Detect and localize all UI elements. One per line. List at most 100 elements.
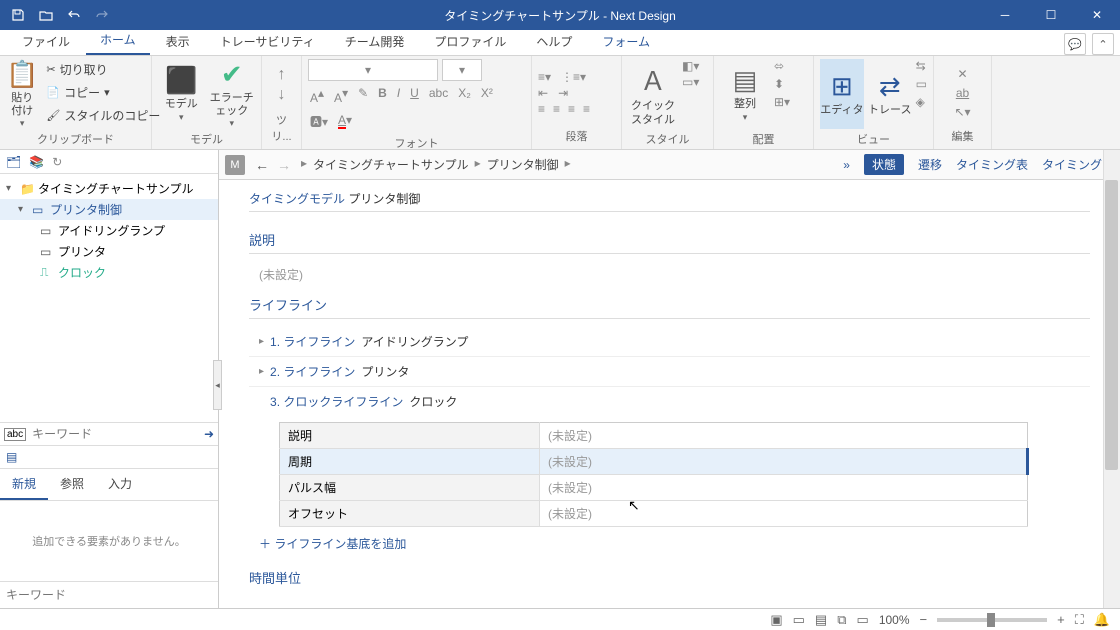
subscript-icon[interactable]: X₂ (458, 86, 471, 105)
notification-icon[interactable]: 🔔 (1094, 612, 1110, 628)
editor-view-button[interactable]: ⊞エディタ (820, 59, 864, 129)
error-check-button[interactable]: ✔エラーチェック▾ (209, 59, 256, 129)
view-mode5-icon[interactable]: ▭ (857, 612, 869, 628)
copy-button[interactable]: 📄 コピー ▾ (42, 82, 164, 103)
lifeline-1[interactable]: ▸1. ライフラインアイドリングランプ (249, 327, 1090, 357)
save-icon[interactable] (4, 0, 32, 30)
format-painter-button[interactable]: 🖌 スタイルのコピー (42, 105, 164, 126)
style-fill-icon[interactable]: ◧▾ (682, 59, 699, 73)
view-mode2-icon[interactable]: ▭ (793, 612, 805, 628)
zoom-level[interactable]: 100% (879, 613, 910, 627)
viewtab-status[interactable]: 状態 (864, 154, 904, 175)
search-input[interactable] (32, 427, 198, 441)
indent-icon[interactable]: ⇥ (558, 86, 568, 100)
clear-format-icon[interactable]: ✎ (358, 86, 368, 105)
tab-profile[interactable]: プロファイル (420, 28, 520, 55)
tab-home[interactable]: ホーム (86, 26, 150, 55)
prop-value[interactable]: (未設定) (540, 449, 1028, 475)
italic-icon[interactable]: I (397, 86, 400, 105)
font-family-select[interactable]: ▾ (308, 59, 438, 81)
strike-icon[interactable]: abc (429, 86, 448, 105)
layout-h-icon[interactable]: ⬄ (774, 59, 790, 73)
layout-dist-icon[interactable]: ⊞▾ (774, 95, 790, 109)
font-size-select[interactable]: ▾ (442, 59, 482, 81)
minimize-button[interactable]: ─ (982, 0, 1028, 30)
lifeline-3[interactable]: ▸3. クロックライフラインクロック (249, 387, 1090, 416)
underline-icon[interactable]: U (410, 86, 419, 105)
close-button[interactable]: ✕ (1074, 0, 1120, 30)
superscript-icon[interactable]: X² (481, 86, 493, 105)
arrow-up-icon[interactable]: ↑ (278, 66, 286, 84)
align-left-icon[interactable]: ≡ (538, 102, 545, 116)
view-opt3-icon[interactable]: ◈ (916, 95, 927, 109)
view-mode4-icon[interactable]: ⧉ (837, 612, 846, 628)
back-icon[interactable]: ← (255, 157, 269, 173)
lifeline-2[interactable]: ▸2. ライフラインプリンタ (249, 357, 1090, 387)
maximize-button[interactable]: ☐ (1028, 0, 1074, 30)
addtab-input[interactable]: 入力 (96, 469, 144, 500)
prop-value[interactable]: (未設定) (540, 475, 1028, 501)
align-right-icon[interactable]: ≡ (568, 102, 575, 116)
font-color-icon[interactable]: A▾ (338, 113, 352, 130)
flat-view-icon[interactable]: 📚 (29, 155, 44, 169)
align-center-icon[interactable]: ≡ (553, 102, 560, 116)
addtab-new[interactable]: 新規 (0, 469, 48, 500)
quick-style-button[interactable]: Ａクイック スタイル (628, 59, 678, 129)
tree-view-icon[interactable]: 🗂 (6, 155, 21, 169)
tab-team[interactable]: チーム開発 (331, 28, 419, 55)
prop-value[interactable]: (未設定) (540, 501, 1028, 527)
bold-icon[interactable]: B (378, 86, 387, 105)
cut-button[interactable]: ✂ 切り取り (42, 59, 164, 80)
view-opt1-icon[interactable]: ⇆ (916, 59, 927, 73)
tab-traceability[interactable]: トレーサビリティ (206, 28, 329, 55)
vertical-scrollbar[interactable] (1103, 150, 1120, 608)
addtab-ref[interactable]: 参照 (48, 469, 96, 500)
folder-icon[interactable] (32, 0, 60, 30)
forward-icon[interactable]: → (277, 157, 291, 173)
outdent-icon[interactable]: ⇤ (538, 86, 548, 100)
select-icon[interactable]: ↖▾ (954, 105, 970, 119)
numbering-icon[interactable]: ⋮≡▾ (561, 70, 586, 84)
decrease-font-icon[interactable]: A▾ (334, 86, 348, 105)
tab-form[interactable]: フォーム (588, 28, 664, 55)
tab-file[interactable]: ファイル (8, 28, 84, 55)
crumb-root[interactable]: タイミングチャートサンプル (313, 156, 469, 173)
crumb-current[interactable]: プリンタ制御 (487, 156, 559, 173)
view-mode1-icon[interactable]: ▣ (770, 612, 782, 628)
tree-item-printer[interactable]: ▭プリンタ (0, 241, 218, 262)
prop-value[interactable]: (未設定) (540, 423, 1028, 449)
keyword-input[interactable] (6, 588, 212, 602)
edit-text-icon[interactable]: ab (956, 86, 969, 100)
trace-view-button[interactable]: ⇄トレース (868, 59, 912, 129)
search-go-icon[interactable]: ➜ (204, 427, 214, 441)
align-button[interactable]: ▤整列▾ (720, 59, 770, 129)
feedback-icon[interactable]: 💬 (1064, 33, 1086, 55)
bullets-icon[interactable]: ≡▾ (538, 70, 551, 84)
tab-help[interactable]: ヘルプ (522, 28, 586, 55)
tree-item-printer-control[interactable]: ▾▭プリンタ制御 (0, 199, 218, 220)
increase-font-icon[interactable]: A▴ (310, 86, 324, 105)
viewtab-transition[interactable]: 遷移 (918, 156, 942, 173)
panel-toggle-icon[interactable]: ▤ (6, 450, 17, 464)
model-button[interactable]: ⬛モデル▾ (158, 59, 205, 129)
style-line-icon[interactable]: ▭▾ (682, 75, 699, 89)
tree-item-clock[interactable]: ⎍クロック (0, 262, 218, 283)
description-value[interactable]: (未設定) (249, 262, 1090, 287)
tree-root[interactable]: ▾📁タイミングチャートサンプル (0, 178, 218, 199)
layout-v-icon[interactable]: ⬍ (774, 77, 790, 91)
view-opt2-icon[interactable]: ▭ (916, 77, 927, 91)
zoom-out-icon[interactable]: − (920, 612, 928, 627)
sync-icon[interactable]: ↻ (52, 155, 62, 169)
justify-icon[interactable]: ≡ (583, 102, 590, 116)
paste-button[interactable]: 📋貼り付け▾ (6, 59, 38, 129)
highlight-icon[interactable]: 🅰▾ (310, 113, 328, 130)
add-lifeline-button[interactable]: ＋ ライフライン基底を追加 (249, 527, 1090, 560)
delete-icon[interactable]: ✕ (957, 67, 967, 81)
undo-icon[interactable] (60, 0, 88, 30)
view-mode3-icon[interactable]: ▤ (815, 612, 827, 628)
tab-view[interactable]: 表示 (152, 28, 204, 55)
arrow-down-icon[interactable]: ↓ (278, 86, 286, 104)
tree-item-idle-lamp[interactable]: ▭アイドリングランプ (0, 220, 218, 241)
viewtab-timing-table[interactable]: タイミング表 (956, 156, 1028, 173)
zoom-in-icon[interactable]: + (1057, 612, 1065, 627)
